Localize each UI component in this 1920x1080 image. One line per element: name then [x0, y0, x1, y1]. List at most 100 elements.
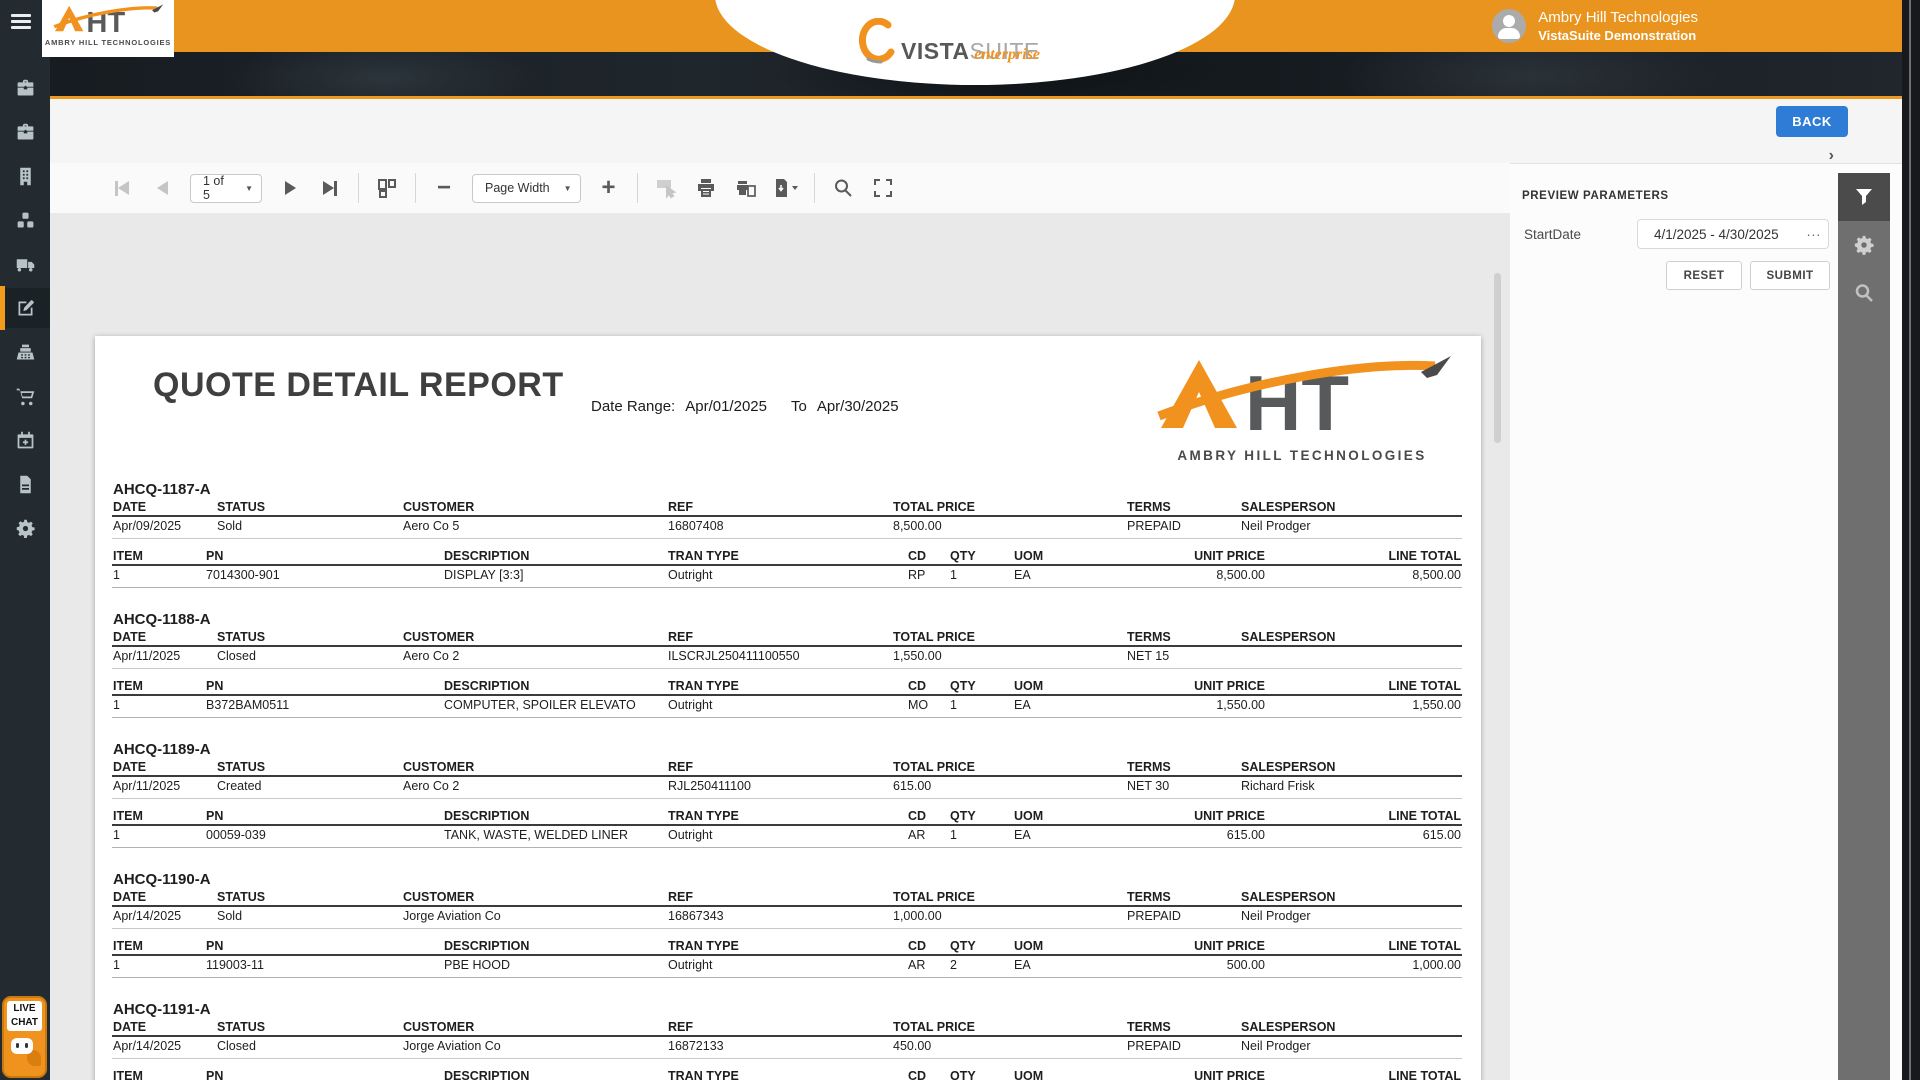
- viewer-scrollbar[interactable]: [1494, 273, 1501, 443]
- item-values-row: 1119003-11 PBE HOODOutright AR2 EA500.00…: [112, 958, 1462, 973]
- item-header-row: ITEMPNDESCRIPTION TRAN TYPECDQTY UOMUNIT…: [112, 1069, 1462, 1080]
- sidebar-item-briefcase[interactable]: [0, 68, 50, 108]
- sidebar-item-cubes[interactable]: [0, 200, 50, 240]
- quote-values-row: Apr/14/2025Closed Jorge Aviation Co16872…: [112, 1039, 1462, 1054]
- quote-number: AHCQ-1189-A: [113, 741, 211, 758]
- quote-section: AHCQ-1187-A DATESTATUSCUSTOMER REFTOTAL …: [112, 481, 1462, 611]
- caret-down-icon: ▼: [245, 184, 253, 193]
- quote-values-row: Apr/11/2025Created Aero Co 2RJL250411100…: [112, 779, 1462, 794]
- quote-header-row: DATESTATUSCUSTOMER REFTOTAL PRICETERMS S…: [112, 760, 1462, 775]
- viewer-toolbar: 1 of 5 ▼ − Page Width ▼ +: [50, 163, 1510, 213]
- last-page-button[interactable]: [315, 173, 345, 203]
- zoom-in-button[interactable]: +: [594, 173, 624, 203]
- document-icon: [15, 474, 36, 495]
- settings-tab[interactable]: [1838, 221, 1890, 269]
- quote-header-row: DATESTATUSCUSTOMER REFTOTAL PRICETERMS S…: [112, 500, 1462, 515]
- next-page-button[interactable]: [275, 173, 305, 203]
- zoom-select[interactable]: Page Width ▼: [472, 174, 581, 203]
- quote-section: AHCQ-1188-A DATESTATUSCUSTOMER REFTOTAL …: [112, 611, 1462, 741]
- sidebar-item-settings[interactable]: [0, 508, 50, 548]
- page-select[interactable]: 1 of 5 ▼: [190, 174, 262, 203]
- multi-page-view-button[interactable]: [372, 173, 402, 203]
- text-select-button[interactable]: [651, 173, 681, 203]
- truck-icon: [15, 254, 36, 275]
- sidebar-item-compose[interactable]: [0, 288, 50, 328]
- item-header-row: ITEMPNDESCRIPTION TRAN TYPECDQTY UOMUNIT…: [112, 549, 1462, 564]
- submit-button[interactable]: SUBMIT: [1750, 261, 1830, 290]
- print-button[interactable]: [691, 173, 721, 203]
- zoom-out-button[interactable]: −: [429, 173, 459, 203]
- hamburger-menu-icon[interactable]: [11, 14, 31, 30]
- quote-header-row: DATESTATUSCUSTOMER REFTOTAL PRICETERMS S…: [112, 1020, 1462, 1035]
- calendar-add-icon: [15, 430, 36, 451]
- back-button[interactable]: BACK: [1776, 106, 1848, 137]
- action-bar: BACK ›: [50, 99, 1902, 163]
- item-header-row: ITEMPNDESCRIPTION TRAN TYPECDQTY UOMUNIT…: [112, 679, 1462, 694]
- item-values-row: 17014300-901 DISPLAY [3:3]Outright RP1 E…: [112, 568, 1462, 583]
- sidebar-item-calendar[interactable]: [0, 420, 50, 460]
- report-logo-caption: AMBRY HILL TECHNOLOGIES: [1147, 448, 1457, 463]
- quote-section: AHCQ-1191-A DATESTATUSCUSTOMER REFTOTAL …: [112, 1001, 1462, 1080]
- previous-page-button[interactable]: [147, 173, 177, 203]
- panel-title: PREVIEW PARAMETERS: [1522, 190, 1669, 202]
- reset-button[interactable]: RESET: [1666, 261, 1742, 290]
- search-document-button[interactable]: [828, 173, 858, 203]
- chat-bot-icon: [11, 1038, 33, 1054]
- start-date-label: StartDate: [1524, 227, 1581, 242]
- quote-values-row: Apr/11/2025Closed Aero Co 2ILSCRJL250411…: [112, 649, 1462, 664]
- shopping-cart-icon: [15, 386, 36, 407]
- filter-tab[interactable]: [1838, 173, 1890, 221]
- report-title: QUOTE DETAIL REPORT: [153, 366, 564, 405]
- gear-icon: [1853, 234, 1875, 256]
- aht-logo-icon: HT: [52, 2, 164, 38]
- live-chat-label: LIVECHAT: [7, 1001, 42, 1031]
- item-header-row: ITEMPNDESCRIPTION TRAN TYPECDQTY UOMUNIT…: [112, 809, 1462, 824]
- zoom-level: Page Width: [485, 181, 550, 195]
- quote-section: AHCQ-1189-A DATESTATUSCUSTOMER REFTOTAL …: [112, 741, 1462, 871]
- item-values-row: 1B372BAM0511 COMPUTER, SPOILER ELEVATOOu…: [112, 698, 1462, 713]
- search-tab[interactable]: [1838, 269, 1890, 317]
- building-icon: [15, 166, 36, 187]
- caret-down-icon: ▼: [564, 184, 572, 193]
- live-chat-button[interactable]: LIVECHAT: [2, 996, 47, 1078]
- briefcase-icon: [15, 78, 36, 99]
- page-indicator: 1 of 5: [203, 174, 231, 202]
- quote-values-row: Apr/09/2025Sold Aero Co 516807408 8,500.…: [112, 519, 1462, 534]
- first-page-button[interactable]: [107, 173, 137, 203]
- left-sidebar: [0, 0, 50, 1080]
- quote-header-row: DATESTATUSCUSTOMER REFTOTAL PRICETERMS S…: [112, 630, 1462, 645]
- sidebar-item-document[interactable]: [0, 464, 50, 504]
- cash-register-icon: [15, 342, 36, 363]
- company-logo-caption: AMBRY HILL TECHNOLOGIES: [45, 38, 171, 47]
- brand-enterprise: enterprise: [856, 46, 1040, 64]
- sidebar-item-building[interactable]: [0, 156, 50, 196]
- window-edge: [1902, 0, 1920, 1080]
- report-date-range: Date Range:Apr/01/2025ToApr/30/2025: [591, 398, 909, 415]
- date-picker-button[interactable]: ...: [1801, 220, 1827, 248]
- search-icon: [1853, 282, 1875, 304]
- user-org: Ambry Hill Technologies: [1538, 8, 1698, 27]
- report-viewer: 1 of 5 ▼ − Page Width ▼ +: [50, 163, 1510, 1080]
- user-menu[interactable]: Ambry Hill Technologies VistaSuite Demon…: [1492, 5, 1698, 47]
- item-values-row: 100059-039 TANK, WASTE, WELDED LINEROutr…: [112, 828, 1462, 843]
- quote-number: AHCQ-1190-A: [113, 871, 211, 888]
- report-aht-logo-icon: HT: [1153, 350, 1453, 446]
- cubes-icon: [15, 210, 36, 231]
- sidebar-item-register[interactable]: [0, 332, 50, 372]
- quote-header-row: DATESTATUSCUSTOMER REFTOTAL PRICETERMS S…: [112, 890, 1462, 905]
- compose-edit-icon: [15, 298, 36, 319]
- full-screen-button[interactable]: [868, 173, 898, 203]
- panel-tab-strip: [1838, 173, 1890, 1080]
- user-name: VistaSuite Demonstration: [1538, 27, 1698, 44]
- quote-number: AHCQ-1188-A: [113, 611, 211, 628]
- report-page: QUOTE DETAIL REPORT Date Range:Apr/01/20…: [95, 336, 1481, 1080]
- sidebar-item-truck[interactable]: [0, 244, 50, 284]
- briefcase-alt-icon: [15, 122, 36, 143]
- gear-icon: [15, 518, 36, 539]
- sidebar-item-cart[interactable]: [0, 376, 50, 416]
- sidebar-item-briefcase-alt[interactable]: [0, 112, 50, 152]
- export-button[interactable]: [771, 173, 801, 203]
- quote-number: AHCQ-1187-A: [113, 481, 211, 498]
- main-content: BACK › 1 of 5 ▼ − Page Width ▼: [50, 96, 1902, 1080]
- print-page-button[interactable]: [731, 173, 761, 203]
